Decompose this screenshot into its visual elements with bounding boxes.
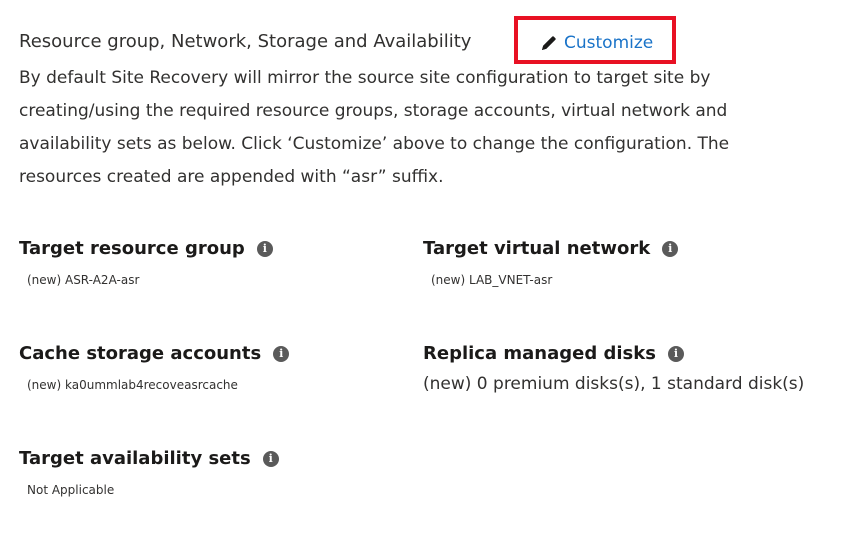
- info-icon[interactable]: i: [667, 346, 684, 362]
- info-icon[interactable]: i: [273, 346, 290, 362]
- field-label: Target availability sets: [19, 448, 251, 469]
- customize-link[interactable]: Customize: [539, 31, 653, 55]
- field-label: Cache storage accounts: [19, 343, 262, 364]
- field-value: (new) ASR-A2A-asr: [27, 273, 140, 287]
- recovery-settings-panel: Resource group, Network, Storage and Ava…: [0, 0, 854, 541]
- field-value: Not Applicable: [27, 483, 115, 497]
- field-cache-storage-accounts: Cache storage accounts i (new) ka0ummlab…: [19, 342, 290, 393]
- section-title: Resource group, Network, Storage and Ava…: [19, 31, 472, 52]
- info-icon[interactable]: i: [262, 451, 279, 467]
- section-description: By default Site Recovery will mirror the…: [19, 68, 730, 187]
- field-value: (new) 0 premium disks(s), 1 standard dis…: [423, 374, 805, 394]
- field-label: Target virtual network: [423, 238, 651, 259]
- field-target-virtual-network: Target virtual network i (new) LAB_VNET-…: [423, 237, 679, 288]
- field-value: (new) LAB_VNET-asr: [431, 273, 553, 287]
- field-replica-managed-disks: Replica managed disks i (new) 0 premium …: [423, 342, 804, 396]
- field-target-availability-sets: Target availability sets i Not Applicabl…: [19, 447, 279, 498]
- field-value: (new) ka0ummlab4recoveasrcache: [27, 378, 238, 392]
- pencil-icon: [539, 34, 558, 53]
- field-target-resource-group: Target resource group i (new) ASR-A2A-as…: [19, 237, 273, 288]
- customize-label: Customize: [564, 33, 654, 53]
- info-icon[interactable]: i: [256, 241, 273, 257]
- info-icon[interactable]: i: [662, 241, 679, 257]
- field-label: Target resource group: [19, 238, 245, 259]
- field-label: Replica managed disks: [423, 343, 656, 364]
